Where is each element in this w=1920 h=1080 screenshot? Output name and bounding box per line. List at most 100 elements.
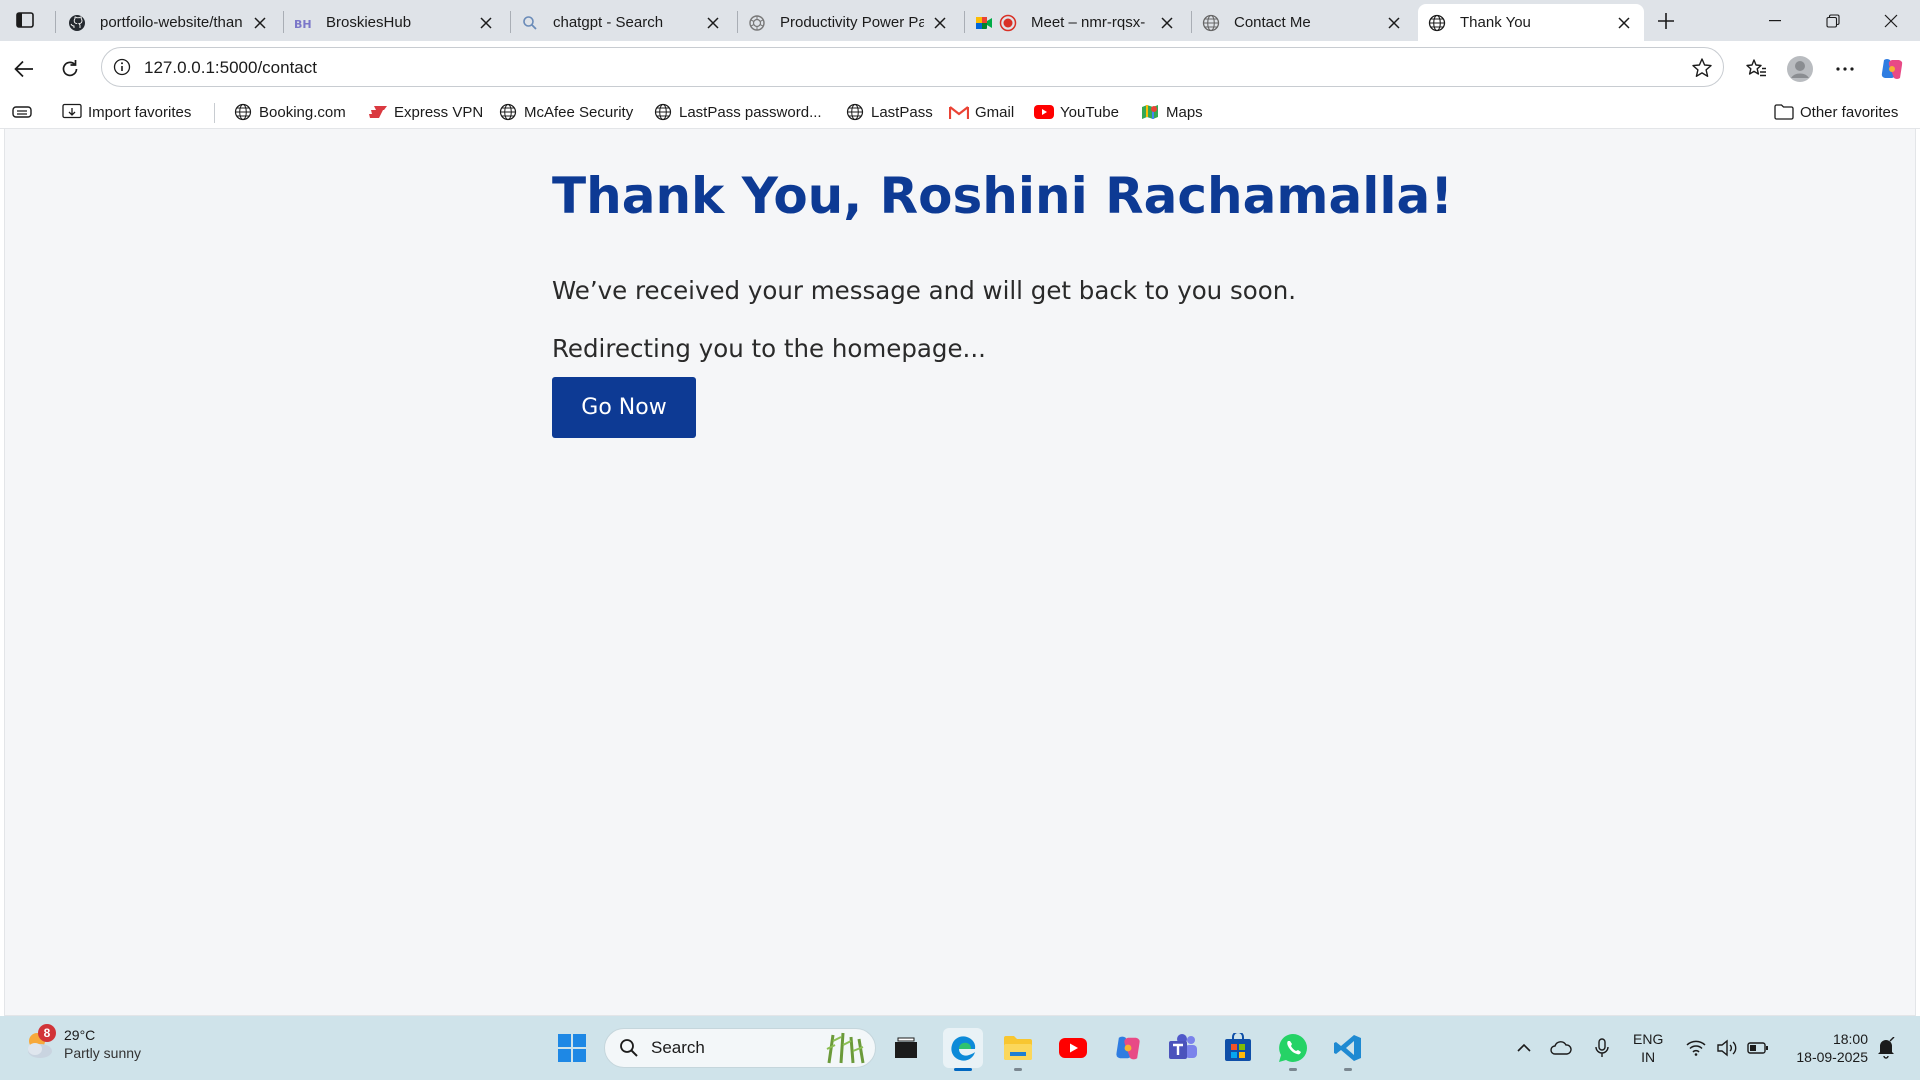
tab-chatgpt-search[interactable]: chatgpt - Search	[511, 4, 733, 41]
tab-portfolio[interactable]: portfoilo-website/than	[58, 4, 280, 41]
battery-icon	[1747, 1042, 1768, 1054]
page-title: Thank You, Roshini Rachamalla!	[552, 167, 1454, 225]
favorite-label: Import favorites	[88, 103, 192, 121]
favorite-lastpass[interactable]: LastPass	[845, 99, 933, 125]
tab-strip: portfoilo-website/than BH BroskiesHub ch…	[0, 0, 1920, 41]
other-favorites[interactable]: Other favorites	[1774, 99, 1898, 125]
taskbar-edge[interactable]	[943, 1028, 983, 1071]
microphone-button[interactable]	[1586, 1016, 1618, 1080]
globe-icon	[1202, 14, 1220, 32]
close-tab-icon[interactable]	[1614, 13, 1634, 33]
taskbar-teams[interactable]	[1163, 1028, 1203, 1068]
taskbar-file-explorer[interactable]	[998, 1028, 1038, 1071]
globe-icon	[233, 102, 253, 122]
favorite-gmail[interactable]: Gmail	[949, 99, 1014, 125]
favorite-label: Maps	[1166, 103, 1203, 121]
favorite-label: Booking.com	[259, 103, 346, 121]
avatar	[1787, 56, 1813, 82]
onedrive-button[interactable]	[1545, 1016, 1577, 1080]
page-content: Thank You, Roshini Rachamalla! We’ve rec…	[4, 129, 1916, 1016]
tab-title: portfoilo-website/than	[100, 14, 243, 31]
browser-toolbar: 127.0.0.1:5000/contact	[0, 41, 1920, 95]
go-now-button[interactable]: Go Now	[552, 377, 696, 438]
tab-thank-you[interactable]: Thank You	[1418, 4, 1644, 41]
show-hidden-icons-button[interactable]	[1508, 1016, 1540, 1080]
more-dots-icon	[1836, 67, 1854, 71]
taskbar-vscode[interactable]	[1328, 1028, 1368, 1071]
tab-contact-me[interactable]: Contact Me	[1192, 4, 1414, 41]
language-indicator[interactable]: ENG IN	[1633, 1030, 1663, 1066]
favorite-express-vpn[interactable]: Express VPN	[368, 99, 483, 125]
copilot-button[interactable]	[1876, 53, 1908, 85]
windows-icon	[558, 1034, 586, 1062]
tab-productivity-power-pack[interactable]: Productivity Power Pac	[738, 4, 960, 41]
close-window-button[interactable]	[1862, 0, 1920, 41]
settings-more-button[interactable]	[1829, 53, 1861, 85]
volume-button[interactable]	[1712, 1016, 1742, 1080]
favorite-mcafee[interactable]: McAfee Security	[498, 99, 633, 125]
refresh-button[interactable]	[54, 53, 86, 85]
address-bar[interactable]: 127.0.0.1:5000/contact	[101, 47, 1724, 87]
close-tab-icon[interactable]	[1384, 13, 1404, 33]
maps-icon	[1140, 102, 1160, 122]
other-favorites-label: Other favorites	[1800, 103, 1899, 121]
minimize-button[interactable]	[1746, 0, 1804, 41]
whatsapp-icon	[1279, 1034, 1307, 1062]
language-code: ENG	[1633, 1031, 1664, 1047]
favorite-label: McAfee Security	[524, 103, 634, 121]
favorite-import-favorites[interactable]: Import favorites	[62, 99, 191, 125]
taskbar-store[interactable]	[1218, 1028, 1258, 1068]
favorites-divider	[214, 103, 215, 123]
copilot-icon	[1881, 59, 1903, 79]
taskbar-search[interactable]: Search	[604, 1028, 876, 1068]
close-tab-icon[interactable]	[930, 13, 950, 33]
tab-title: Meet – nmr-rqsx-	[1031, 14, 1146, 31]
notification-bell-icon	[1878, 1037, 1895, 1059]
tab-actions-icon	[16, 12, 34, 28]
wifi-button[interactable]	[1680, 1016, 1712, 1080]
taskbar-whatsapp[interactable]	[1273, 1028, 1313, 1071]
close-tab-icon[interactable]	[250, 13, 270, 33]
favorite-lastpass-password[interactable]: LastPass password...	[653, 99, 822, 125]
tab-actions-menu-button[interactable]	[12, 99, 38, 125]
redirect-message: Redirecting you to the homepage...	[552, 334, 986, 363]
tab-broskieshub[interactable]: BH BroskiesHub	[284, 4, 506, 41]
tab-google-meet[interactable]: Meet – nmr-rqsx-	[965, 4, 1187, 41]
taskbar-youtube[interactable]	[1053, 1028, 1093, 1068]
task-view-icon	[895, 1037, 917, 1058]
battery-button[interactable]	[1742, 1016, 1774, 1080]
clock-time: 18:00	[1832, 1031, 1868, 1047]
favorite-youtube[interactable]: YouTube	[1034, 99, 1119, 125]
restore-button[interactable]	[1804, 0, 1862, 41]
close-tab-icon[interactable]	[703, 13, 723, 33]
favorite-label: YouTube	[1060, 103, 1119, 121]
import-icon	[62, 102, 82, 122]
close-tab-icon[interactable]	[1157, 13, 1177, 33]
profile-button[interactable]	[1784, 53, 1816, 85]
close-tab-icon[interactable]	[476, 13, 496, 33]
bamboo-highlight-icon	[826, 1032, 865, 1064]
favorite-booking[interactable]: Booking.com	[233, 99, 346, 125]
new-tab-button[interactable]	[1652, 7, 1680, 35]
back-arrow-icon	[14, 60, 33, 78]
favorites-button[interactable]	[1740, 53, 1772, 85]
taskbar-task-view[interactable]	[886, 1028, 926, 1068]
expressvpn-icon	[368, 102, 388, 122]
taskbar-copilot[interactable]	[1108, 1028, 1148, 1068]
site-info-icon[interactable]	[112, 57, 132, 77]
favorites-bar: Import favorites Booking.com Express VPN…	[0, 95, 1920, 129]
clock[interactable]: 18:00 18-09-2025	[1788, 1030, 1868, 1066]
tab-title: Thank You	[1460, 14, 1531, 31]
back-button[interactable]	[8, 53, 40, 85]
clock-date: 18-09-2025	[1796, 1049, 1868, 1065]
add-favorite-star-icon[interactable]	[1691, 57, 1713, 79]
tab-actions-button[interactable]	[12, 8, 38, 32]
refresh-icon	[62, 60, 78, 77]
favorite-maps[interactable]: Maps	[1140, 99, 1203, 125]
notifications-button[interactable]	[1870, 1016, 1902, 1080]
weather-widget[interactable]: 8 29°C Partly sunny	[22, 1024, 141, 1062]
search-icon	[617, 1036, 641, 1060]
globe-icon	[845, 102, 865, 122]
microphone-icon	[1595, 1038, 1609, 1057]
start-button[interactable]	[552, 1028, 592, 1068]
